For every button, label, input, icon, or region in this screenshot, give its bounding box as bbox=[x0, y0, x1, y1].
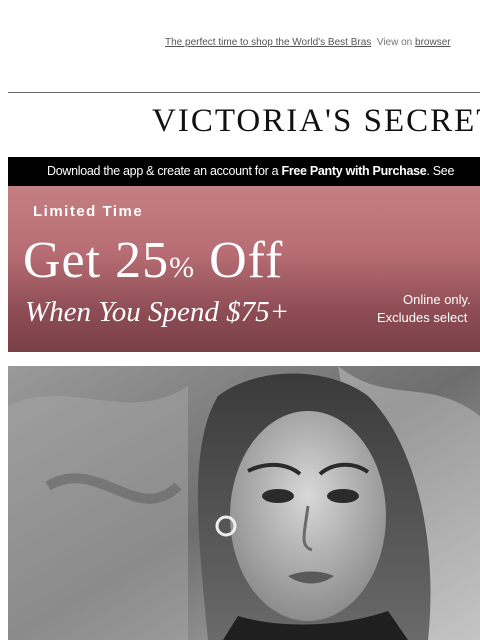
divider bbox=[8, 92, 480, 93]
headline-start: Get 25 bbox=[23, 232, 170, 289]
preheader: The perfect time to shop the World's Bes… bbox=[165, 37, 451, 48]
hero-photo bbox=[8, 366, 480, 640]
headline-percent: % bbox=[169, 251, 196, 284]
brand-logo[interactable]: VICTORIA'S SECRET bbox=[152, 103, 480, 140]
promo-label: Limited Time bbox=[33, 203, 144, 220]
promo-headline: Get 25% Off bbox=[23, 231, 283, 290]
app-banner-suffix: . See bbox=[426, 164, 455, 178]
browser-link[interactable]: browser bbox=[415, 37, 451, 48]
promo-fine-print-1: Online only. bbox=[403, 292, 471, 307]
promo-fine-print-2: Excludes select bbox=[377, 310, 468, 325]
view-on-text: View on bbox=[376, 37, 413, 48]
preheader-link[interactable]: The perfect time to shop the World's Bes… bbox=[165, 37, 371, 48]
headline-end: Off bbox=[195, 232, 284, 289]
promo-subhead: When You Spend $75+ bbox=[25, 296, 290, 328]
app-banner-prefix: Download the app & create an account for… bbox=[47, 164, 282, 178]
app-download-banner[interactable]: Download the app & create an account for… bbox=[8, 157, 480, 186]
hero-image[interactable] bbox=[8, 366, 480, 640]
app-banner-bold: Free Panty with Purchase bbox=[281, 164, 427, 178]
promo-banner[interactable]: Limited Time Get 25% Off When You Spend … bbox=[8, 186, 480, 352]
